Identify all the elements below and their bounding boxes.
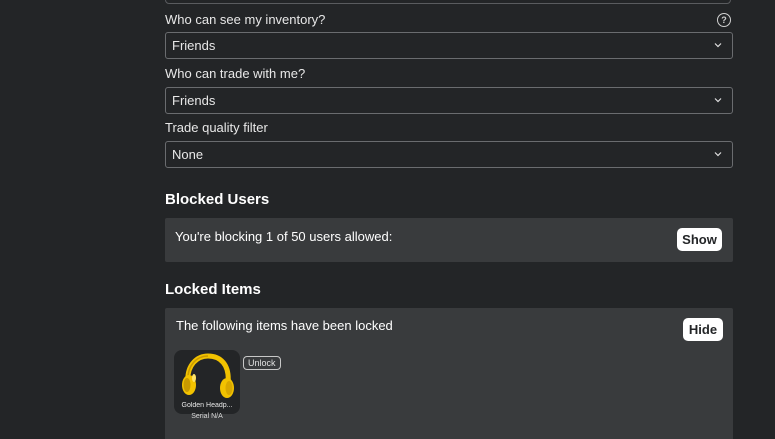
trade-quality-value: None — [172, 147, 204, 162]
trade-permission-value: Friends — [172, 93, 216, 108]
trade-quality-dropdown[interactable]: None — [165, 141, 733, 168]
unlock-item-button[interactable]: Unlock — [243, 356, 281, 370]
locked-item-card[interactable]: Golden Headp... — [174, 350, 240, 414]
privacy-settings-page: Who can see my inventory? ? Friends Who … — [0, 0, 775, 439]
previous-dropdown[interactable] — [165, 0, 731, 4]
blocked-users-heading: Blocked Users — [165, 191, 270, 208]
item-serial: Serial N/A — [191, 413, 223, 420]
inventory-visibility-dropdown[interactable]: Friends — [165, 32, 733, 59]
chevron-down-icon — [714, 43, 722, 48]
golden-headphones-icon — [182, 353, 234, 398]
inventory-visibility-label: Who can see my inventory? — [165, 12, 326, 27]
question-circle-icon[interactable]: ? — [717, 13, 731, 27]
trade-permission-label: Who can trade with me? — [165, 66, 306, 81]
trade-quality-label: Trade quality filter — [165, 120, 268, 135]
help-glyph: ? — [721, 15, 727, 25]
blocked-users-panel: You're blocking 1 of 50 users allowed: S… — [165, 218, 733, 262]
show-blocked-users-button[interactable]: Show — [677, 228, 722, 251]
chevron-down-icon — [714, 98, 722, 103]
inventory-visibility-value: Friends — [172, 38, 216, 53]
blocked-users-text: You're blocking 1 of 50 users allowed: — [175, 229, 393, 244]
item-name: Golden Headp... — [181, 402, 233, 409]
trade-permission-dropdown[interactable]: Friends — [165, 87, 733, 114]
chevron-down-icon — [714, 152, 722, 157]
locked-items-heading: Locked Items — [165, 281, 261, 298]
locked-items-text: The following items have been locked — [176, 318, 393, 333]
hide-locked-items-button[interactable]: Hide — [683, 318, 723, 341]
locked-items-panel: The following items have been locked Hid… — [165, 308, 733, 439]
